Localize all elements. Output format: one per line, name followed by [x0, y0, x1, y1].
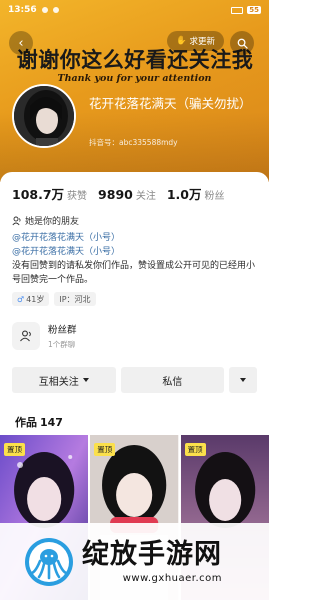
stat-likes[interactable]: 108.7万 获赞 — [12, 184, 87, 203]
caret-down-icon — [82, 378, 89, 382]
chevron-left-icon: ‹ — [18, 35, 24, 51]
stat-likes-label: 获赞 — [67, 191, 88, 202]
avatar-image — [14, 86, 74, 146]
more-options-button[interactable] — [229, 367, 257, 393]
pinned-badge: 置顶 — [184, 443, 206, 456]
request-update-label: 求更新 — [189, 37, 216, 47]
works-label: 作品 — [15, 416, 37, 429]
stat-following-label: 关注 — [135, 191, 156, 202]
bio-text: 没有回赞到的请私发你们作品，赞设置成公开可见的已经用小号回赞完一个作品。 — [12, 261, 256, 285]
works-tab[interactable]: 作品 147 — [12, 414, 63, 430]
search-button[interactable] — [230, 31, 254, 55]
message-button[interactable]: 私信 — [120, 367, 225, 393]
stat-following-value: 9890 — [98, 187, 133, 202]
stat-fans-value: 1.0万 — [166, 187, 202, 202]
profile-stats: 108.7万 获赞 9890 关注 1.0万 粉丝 — [12, 184, 236, 203]
banner-subtitle: Thank you for your attention — [57, 73, 212, 84]
bio-mention-link[interactable]: @花开花落花满天（小号） — [12, 245, 262, 259]
banner-title: 谢谢你这么好看还关注我 — [16, 47, 254, 72]
fan-group-icon-box — [12, 322, 40, 350]
friend-label: 她是你的朋友 — [25, 217, 80, 227]
watermark-url: www.gxhuaer.com — [122, 573, 222, 584]
friend-indicator: 她是你的朋友 — [12, 214, 79, 227]
male-icon: ♂ — [17, 294, 25, 304]
avatar[interactable] — [12, 84, 76, 148]
stat-fans-label: 粉丝 — [204, 191, 225, 202]
status-bar: 13:56 55 — [0, 0, 269, 20]
request-update-button[interactable]: ✋ 求更新 — [167, 31, 224, 51]
octopus-logo-icon — [25, 537, 73, 586]
profile-actions: 互相关注 私信 — [12, 367, 257, 393]
fan-group-subtitle: 1个群聊 — [48, 340, 76, 349]
message-label: 私信 — [162, 376, 183, 388]
group-icon — [20, 330, 31, 342]
age-tag-label: 41岁 — [26, 294, 45, 304]
hand-icon: ✋ — [175, 36, 187, 46]
friend-icon — [12, 216, 21, 225]
site-watermark: 绽放手游网 www.gxhuaer.com — [0, 523, 269, 600]
ip-location-tag: IP：河北 — [54, 292, 96, 306]
notification-dot-icon — [52, 7, 59, 13]
bio-mention-link[interactable]: @花开花落花满天（小号） — [12, 231, 262, 245]
works-count: 147 — [40, 416, 63, 429]
signal-icon — [231, 6, 244, 14]
fan-group-entry[interactable]: 粉丝群 1个群聊 — [12, 322, 77, 350]
notification-dot-icon — [41, 7, 48, 13]
stat-fans[interactable]: 1.0万 粉丝 — [167, 184, 225, 203]
fan-group-title: 粉丝群 — [48, 325, 77, 336]
stat-likes-value: 108.7万 — [12, 187, 65, 202]
caret-down-icon — [240, 378, 247, 382]
pinned-badge: 置顶 — [4, 443, 25, 456]
watermark-title: 绽放手游网 — [82, 539, 222, 570]
profile-bio: @花开花落花满天（小号） @花开花落花满天（小号） 没有回赞到的请私发你们作品，… — [12, 231, 262, 287]
status-time: 13:56 — [8, 5, 37, 15]
back-button[interactable]: ‹ — [9, 31, 33, 55]
mutual-follow-label: 互相关注 — [38, 376, 79, 388]
profile-header: 13:56 55 谢谢你这么好看还关注我 Thank you for your … — [0, 0, 269, 182]
search-icon — [237, 38, 248, 49]
profile-tags: ♂ 41岁 IP：河北 — [12, 292, 96, 306]
profile-nickname: 花开花落花满天（骗关勿扰） — [89, 96, 252, 111]
age-tag: ♂ 41岁 — [12, 292, 50, 306]
ip-location-label: IP：河北 — [59, 294, 91, 304]
stat-following[interactable]: 9890 关注 — [98, 187, 156, 202]
mutual-follow-button[interactable]: 互相关注 — [12, 367, 116, 393]
pinned-badge: 置顶 — [94, 443, 116, 456]
battery-icon: 55 — [247, 6, 261, 14]
douyin-id[interactable]: 抖音号：abc335588mdy — [89, 137, 178, 148]
